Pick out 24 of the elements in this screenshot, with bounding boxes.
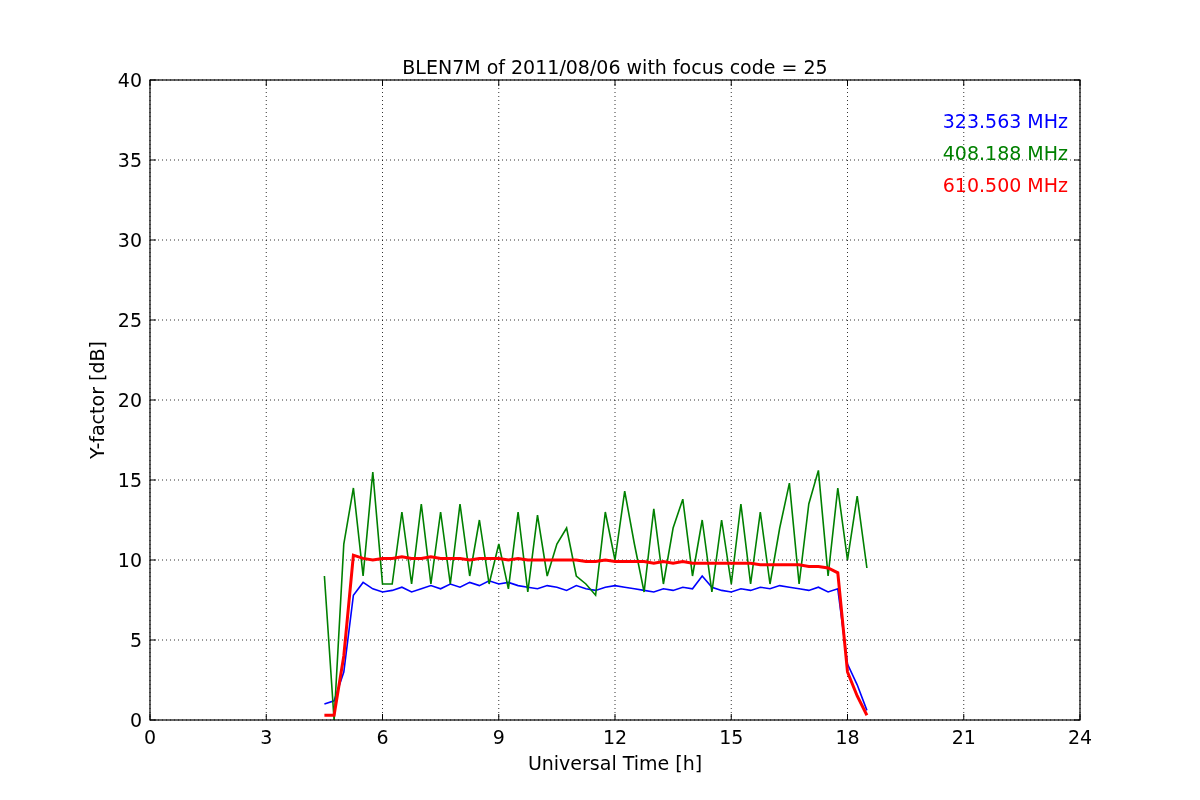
tick-label: 15 bbox=[719, 726, 744, 748]
tick-label: 21 bbox=[951, 726, 976, 748]
chart-title: BLEN7M of 2011/08/06 with focus code = 25 bbox=[402, 56, 828, 78]
tick-label: 9 bbox=[492, 726, 505, 748]
tick-label: 10 bbox=[117, 549, 142, 571]
y-axis-label: Y-factor [dB] bbox=[86, 341, 108, 459]
tick-label: 12 bbox=[602, 726, 628, 748]
tick-label: 3 bbox=[260, 726, 273, 748]
legend-label: 323.563 MHz bbox=[942, 110, 1068, 132]
tick-label: 20 bbox=[117, 389, 142, 411]
x-axis-label: Universal Time [h] bbox=[527, 752, 703, 774]
legend-label: 610.500 MHz bbox=[942, 174, 1068, 196]
tick-label: 6 bbox=[376, 726, 389, 748]
tick-label: 40 bbox=[117, 69, 142, 91]
tick-label: 30 bbox=[117, 229, 142, 251]
tick-label: 35 bbox=[117, 149, 142, 171]
tick-label: 0 bbox=[143, 726, 157, 748]
tick-label: 5 bbox=[129, 629, 142, 651]
tick-label: 18 bbox=[835, 726, 860, 748]
legend-label: 408.188 MHz bbox=[942, 142, 1068, 164]
tick-label: 15 bbox=[117, 469, 142, 491]
tick-label: 0 bbox=[129, 709, 142, 731]
tick-label: 24 bbox=[1067, 726, 1093, 748]
tick-label: 25 bbox=[117, 309, 142, 331]
